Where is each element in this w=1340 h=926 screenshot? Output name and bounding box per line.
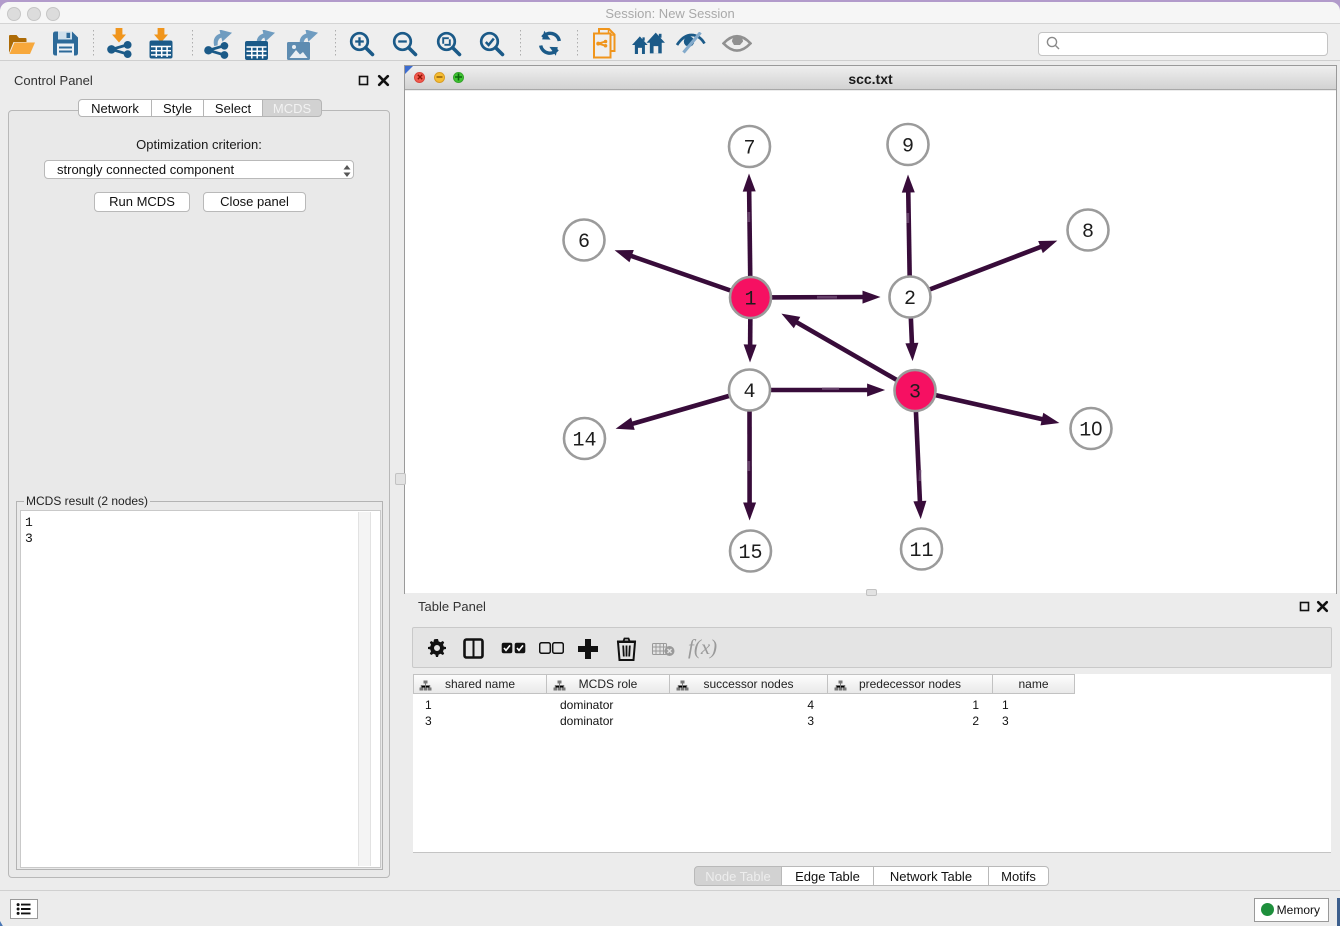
svg-text:6: 6 — [578, 231, 590, 254]
svg-text:0: 0 — [1091, 419, 1102, 441]
svg-text:7: 7 — [743, 138, 755, 161]
svg-text:11: 11 — [909, 540, 933, 563]
svg-text:14: 14 — [572, 430, 596, 453]
svg-text:3: 3 — [909, 382, 921, 405]
svg-text:9: 9 — [902, 136, 914, 159]
svg-text:2: 2 — [904, 288, 916, 311]
svg-text:1: 1 — [744, 289, 756, 312]
svg-text:8: 8 — [1082, 221, 1094, 244]
svg-text:1: 1 — [1079, 420, 1091, 443]
svg-text:15: 15 — [738, 542, 762, 565]
svg-text:4: 4 — [743, 381, 755, 404]
